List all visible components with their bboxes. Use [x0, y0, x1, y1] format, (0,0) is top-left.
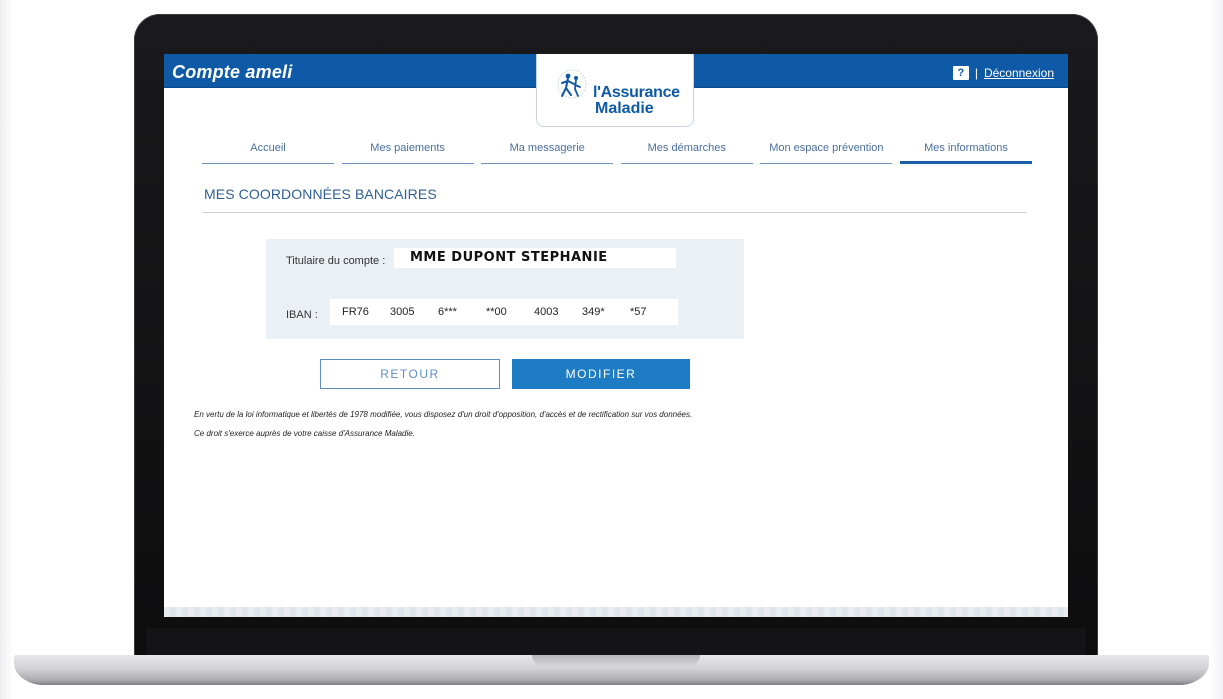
nav-item-informations[interactable]: Mes informations — [899, 142, 1032, 164]
iban-segment: 349* — [582, 306, 605, 318]
laptop-bezel-bottom — [146, 628, 1086, 658]
account-holder-label: Titulaire du compte : — [286, 255, 386, 267]
main-nav: Accueil Mes paiements Ma messagerie Mes … — [202, 142, 1032, 164]
iban-field: FR76 3005 6*** **00 4003 349* *57 — [330, 299, 678, 325]
laptop-screen: Compte ameli ? | Déconnexion l'Assurance… — [164, 54, 1068, 617]
legal-notice-line1: En vertu de la loi informatique et liber… — [194, 410, 693, 419]
nav-item-prevention[interactable]: Mon espace prévention — [760, 142, 893, 164]
logo-text-line2: Maladie — [595, 100, 654, 117]
logo-figures-icon — [557, 69, 587, 99]
iban-segment: *57 — [630, 306, 647, 318]
nav-item-paiements[interactable]: Mes paiements — [341, 142, 474, 164]
top-right-actions: ? | Déconnexion — [952, 66, 1054, 80]
nav-item-messagerie[interactable]: Ma messagerie — [481, 142, 614, 164]
laptop-base-notch — [532, 655, 700, 667]
iban-segment: 3005 — [390, 306, 415, 318]
logout-link[interactable]: Déconnexion — [984, 66, 1054, 80]
iban-segment: 4003 — [534, 306, 559, 318]
title-divider — [202, 212, 1026, 213]
back-button[interactable]: RETOUR — [320, 359, 500, 389]
legal-notice-line2: Ce droit s'exerce auprès de votre caisse… — [194, 429, 415, 438]
account-holder-field: MME DUPONT STEPHANIE — [394, 248, 676, 268]
footer-strip — [164, 607, 1068, 617]
bank-details-card: Titulaire du compte : MME DUPONT STEPHAN… — [266, 239, 744, 339]
iban-segment: 6*** — [438, 306, 457, 318]
help-icon[interactable]: ? — [952, 66, 969, 80]
account-holder-value: MME DUPONT STEPHANIE — [410, 250, 608, 265]
brand-title[interactable]: Compte ameli — [172, 62, 292, 83]
page-title: MES COORDONNÉES BANCAIRES — [204, 186, 437, 202]
iban-segment: FR76 — [342, 306, 369, 318]
separator: | — [974, 66, 978, 80]
iban-segment: **00 — [486, 306, 507, 318]
edit-button[interactable]: MODIFIER — [512, 359, 690, 389]
iban-label: IBAN : — [286, 309, 318, 321]
nav-item-accueil[interactable]: Accueil — [202, 142, 334, 164]
nav-item-demarches[interactable]: Mes démarches — [620, 142, 753, 164]
assurance-maladie-logo[interactable]: l'Assurance Maladie — [536, 54, 694, 127]
